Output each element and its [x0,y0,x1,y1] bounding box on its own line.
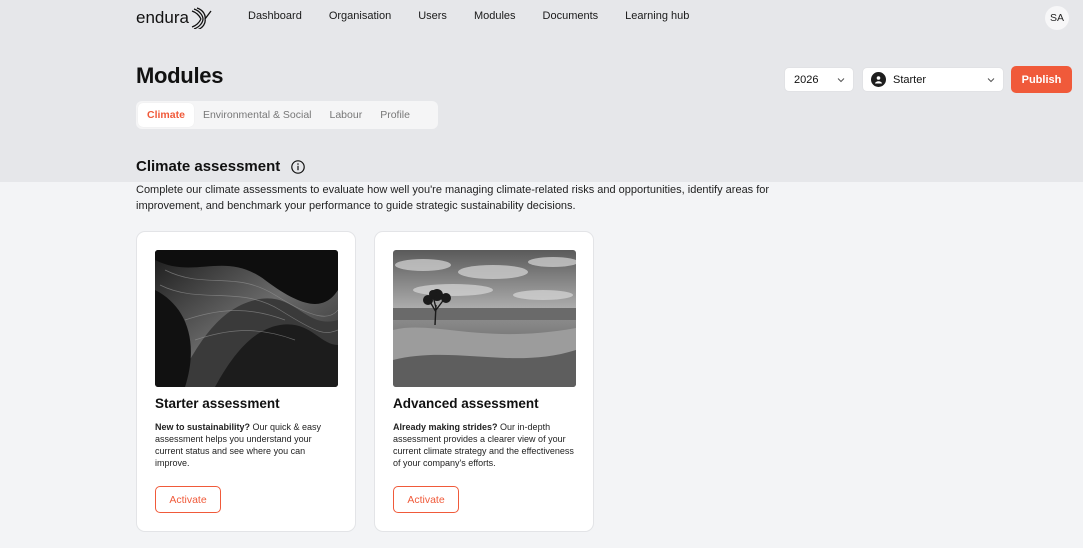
chevron-down-icon [987,77,995,82]
section-title-text: Climate assessment [136,158,281,175]
nav-documents[interactable]: Documents [543,10,599,22]
plan-value: Starter [893,73,927,86]
nav-users[interactable]: Users [418,10,447,22]
nav-learning-hub[interactable]: Learning hub [625,10,689,22]
brand-mark-icon [191,7,212,29]
starter-assessment-card: Starter assessment New to sustainability… [136,231,356,532]
starter-card-image [155,250,338,387]
user-avatar[interactable]: SA [1045,6,1069,30]
chevron-down-icon [837,77,845,82]
section-title: Climate assessment [136,158,306,175]
tab-environmental-social[interactable]: Environmental & Social [194,103,321,127]
tab-climate[interactable]: Climate [138,103,194,127]
advanced-card-description: Already making strides? Our in-depth ass… [393,421,577,469]
advanced-card-title: Advanced assessment [393,396,539,411]
main-nav: Dashboard Organisation Users Modules Doc… [248,10,716,22]
module-tabs: Climate Environmental & Social Labour Pr… [136,101,438,129]
section-description: Complete our climate assessments to eval… [136,184,770,212]
nav-organisation[interactable]: Organisation [329,10,391,22]
advanced-activate-button[interactable]: Activate [393,486,459,513]
info-icon[interactable] [291,159,306,174]
nav-modules[interactable]: Modules [474,10,516,22]
advanced-card-lead: Already making strides? [393,422,498,432]
year-select[interactable]: 2026 [784,67,854,92]
page-title: Modules [136,63,224,88]
plan-select[interactable]: Starter [862,67,1004,92]
tab-labour[interactable]: Labour [321,103,372,127]
advanced-card-image [393,250,576,387]
brand-logo[interactable]: endura [136,7,212,29]
plan-badge-icon [871,72,886,87]
brand-name: endura [136,8,189,27]
user-initials: SA [1049,12,1064,24]
nav-dashboard[interactable]: Dashboard [248,10,302,22]
advanced-assessment-card: Advanced assessment Already making strid… [374,231,594,532]
starter-card-title: Starter assessment [155,396,280,411]
publish-button[interactable]: Publish [1011,66,1072,93]
starter-activate-button[interactable]: Activate [155,486,221,513]
starter-card-lead: New to sustainability? [155,422,251,432]
tab-profile[interactable]: Profile [371,103,419,127]
year-value: 2026 [794,73,819,86]
starter-card-description: New to sustainability? Our quick & easy … [155,421,339,469]
